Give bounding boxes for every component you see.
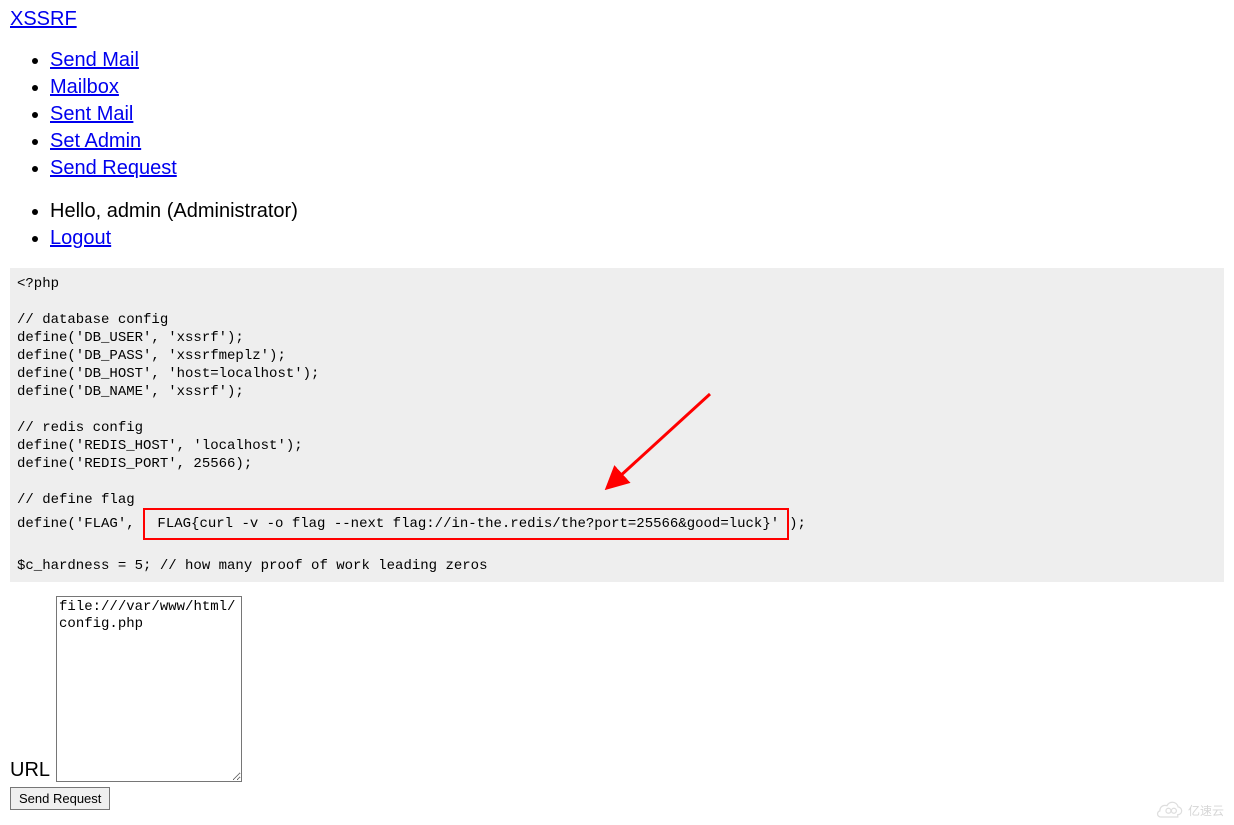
code-line: // redis config	[17, 420, 143, 436]
code-line: <?php	[17, 276, 59, 292]
code-output: <?php // database config define('DB_USER…	[10, 268, 1224, 582]
code-line: define('REDIS_PORT', 25566);	[17, 456, 252, 472]
request-form: URL Send Request	[10, 596, 1224, 810]
code-line-tail: );	[789, 516, 806, 532]
nav-mailbox[interactable]: Mailbox	[50, 76, 119, 98]
send-request-button[interactable]: Send Request	[10, 787, 110, 810]
code-line: define('DB_USER', 'xssrf');	[17, 330, 244, 346]
nav-send-request[interactable]: Send Request	[50, 157, 177, 179]
url-label: URL	[10, 759, 50, 782]
main-nav: Send Mail Mailbox Sent Mail Set Admin Se…	[10, 47, 1224, 182]
code-line: define('REDIS_HOST', 'localhost');	[17, 438, 303, 454]
watermark-text: 亿速云	[1188, 802, 1224, 819]
code-line: define('DB_PASS', 'xssrfmeplz');	[17, 348, 286, 364]
nav-set-admin[interactable]: Set Admin	[50, 130, 141, 152]
nav-send-mail[interactable]: Send Mail	[50, 49, 139, 71]
code-line: // define flag	[17, 492, 135, 508]
logout-link[interactable]: Logout	[50, 227, 111, 249]
brand-link[interactable]: XSSRF	[10, 8, 77, 30]
greeting-text: Hello, admin (Administrator)	[50, 198, 1224, 225]
url-input[interactable]	[56, 596, 242, 782]
nav-sent-mail[interactable]: Sent Mail	[50, 103, 133, 125]
flag-highlight: FLAG{curl -v -o flag --next flag://in-th…	[143, 508, 789, 540]
code-line: define('DB_NAME', 'xssrf');	[17, 384, 244, 400]
cloud-icon	[1156, 800, 1184, 820]
status-list: Hello, admin (Administrator) Logout	[10, 198, 1224, 252]
code-line: define('DB_HOST', 'host=localhost');	[17, 366, 319, 382]
code-line: $c_hardness = 5; // how many proof of wo…	[17, 558, 487, 574]
code-line: define('FLAG',	[17, 516, 143, 532]
arrow-annotation-icon	[600, 391, 720, 491]
code-line: // database config	[17, 312, 168, 328]
watermark: 亿速云	[1156, 800, 1224, 820]
